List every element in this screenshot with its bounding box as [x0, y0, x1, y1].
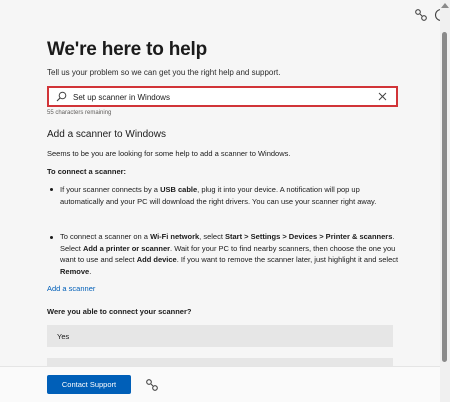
bullet-dot [50, 236, 53, 239]
search-icon [56, 91, 67, 102]
search-input[interactable] [73, 90, 373, 104]
scrollbar-thumb[interactable] [442, 32, 447, 362]
scrollbar[interactable] [440, 0, 450, 402]
article-title: Add a scanner to Windows [47, 129, 166, 140]
footer: Contact Support [0, 366, 440, 402]
search-box[interactable] [47, 86, 398, 107]
page-subtitle: Tell us your problem so we can get you t… [47, 68, 281, 77]
yes-button[interactable]: Yes [47, 325, 393, 347]
share-icon[interactable] [145, 378, 159, 392]
scroll-up-arrow-icon[interactable] [441, 3, 449, 8]
character-counter: 55 characters remaining [47, 110, 112, 116]
top-bar [0, 0, 448, 30]
bullet-dot [50, 188, 53, 191]
main-content: We're here to help Tell us your problem … [0, 30, 440, 366]
feedback-question: Were you able to connect your scanner? [47, 307, 192, 316]
article-subhead: To connect a scanner: [47, 167, 127, 176]
share-icon[interactable] [414, 8, 428, 22]
contact-support-button[interactable]: Contact Support [47, 375, 131, 394]
bullet-usb: If your scanner connects by a USB cable,… [60, 185, 377, 206]
clear-icon[interactable] [377, 91, 388, 102]
add-scanner-link[interactable]: Add a scanner [47, 284, 95, 293]
bullet-wifi: To connect a scanner on a Wi-Fi network,… [60, 232, 399, 276]
page-title: We're here to help [47, 39, 207, 60]
article-intro: Seems to be you are looking for some hel… [47, 149, 291, 158]
no-button[interactable] [47, 358, 393, 366]
